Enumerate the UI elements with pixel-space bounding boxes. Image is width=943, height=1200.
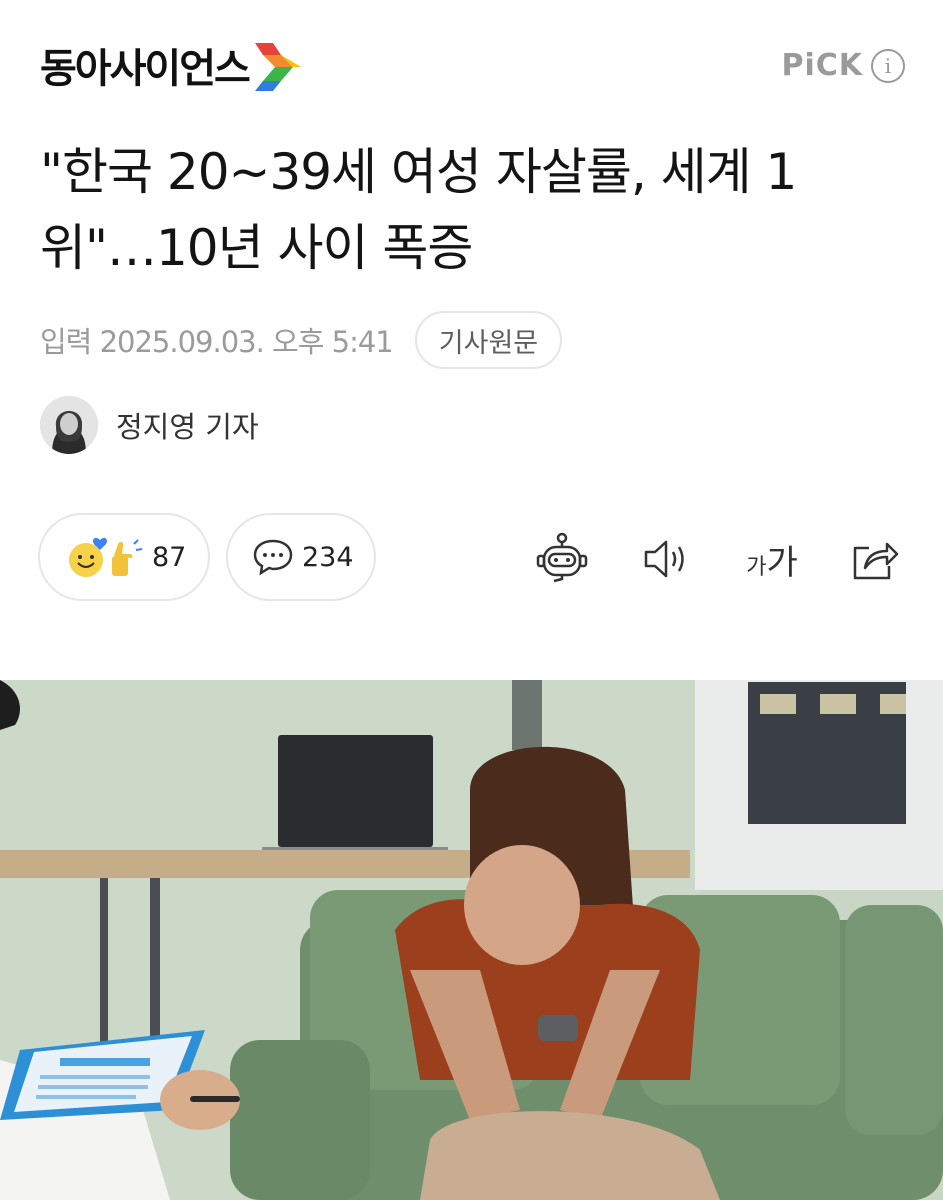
reporter-byline[interactable]: 정지영 기자 (40, 396, 259, 454)
share-button[interactable] (846, 531, 902, 587)
font-size-icon: 가가 (746, 542, 798, 583)
original-article-button[interactable]: 기사원문 (414, 311, 563, 369)
avatar (40, 396, 98, 454)
app-header: 동아사이언스 PiCK i (0, 0, 943, 130)
share-icon (853, 542, 899, 580)
speaker-icon (644, 540, 684, 578)
reaction-emoji-icon (69, 537, 143, 577)
published-date: 입력 2025.09.03. 오후 5:41 (40, 325, 394, 359)
pick-badge[interactable]: PiCK i (781, 48, 905, 83)
action-bar: 87 234 가가 (38, 513, 908, 603)
dongascience-logo[interactable]: 동아사이언스 (40, 36, 303, 94)
speech-bubble-icon (253, 539, 293, 576)
article-photo (0, 680, 943, 1200)
ai-robot-icon (536, 532, 588, 583)
comment-button[interactable]: 234 (226, 513, 376, 601)
article-title: "한국 20~39세 여성 자살률, 세계 1위"…10년 사이 폭증 (40, 143, 797, 277)
comment-count: 234 (302, 541, 354, 573)
pick-label: PiCK (781, 48, 863, 83)
reporter-name: 정지영 기자 (116, 410, 259, 444)
reaction-count: 87 (152, 541, 187, 573)
text-to-speech-button[interactable] (638, 531, 694, 587)
font-size-button[interactable]: 가가 (740, 531, 804, 587)
reaction-button[interactable]: 87 (38, 513, 210, 601)
info-icon[interactable]: i (871, 48, 905, 83)
ai-summary-button[interactable] (534, 531, 590, 587)
article-meta: 입력 2025.09.03. 오후 5:41 기사원문 (40, 310, 563, 370)
logo-mark-icon (254, 43, 301, 91)
logo-text: 동아사이언스 (40, 46, 251, 92)
